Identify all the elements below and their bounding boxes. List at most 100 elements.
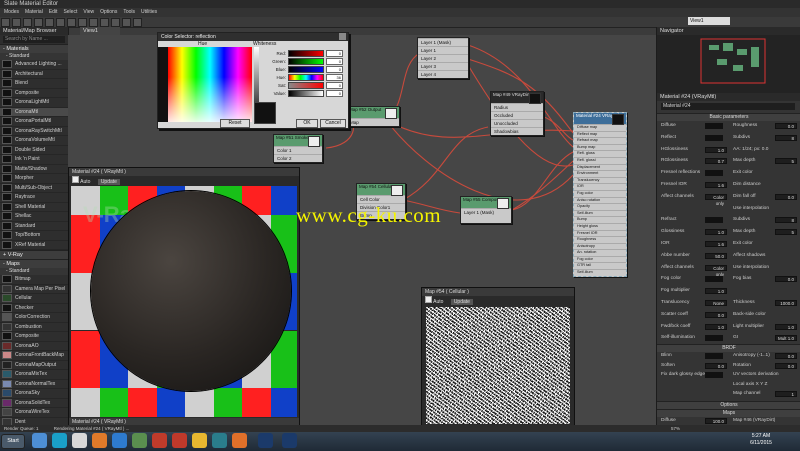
material-parameter-editor-icon[interactable] <box>122 18 131 27</box>
parameter-value-field[interactable]: 100.0 <box>705 418 727 424</box>
show-map-icon[interactable] <box>78 18 87 27</box>
parameter-value-field[interactable]: 1.6 <box>705 182 727 188</box>
sat-bar[interactable] <box>288 81 324 89</box>
parameter-value-field[interactable]: 1.0 <box>775 323 797 330</box>
menu-select[interactable]: Select <box>63 8 77 17</box>
subsection-standard-maps[interactable]: - Standard <box>0 268 68 275</box>
parameter-value-field[interactable]: 50.0 <box>705 252 727 259</box>
node-smoke[interactable]: Map #51 Smoke Color 1 Color 2 <box>273 134 323 163</box>
node-vraymtl-slot[interactable]: Refl. gloss <box>574 150 626 157</box>
browser-search-input[interactable]: Search by Name ... <box>3 36 65 43</box>
parameter-value-field[interactable]: 5 <box>775 158 797 165</box>
list-item[interactable]: Advanced Lighting ... <box>0 60 68 70</box>
subsection-standard[interactable]: - Standard <box>0 53 68 60</box>
menu-view[interactable]: View <box>83 8 94 17</box>
menu-tools[interactable]: Tools <box>123 8 135 17</box>
delete-icon[interactable] <box>45 18 54 27</box>
color-swatch[interactable] <box>705 170 723 177</box>
value-field[interactable]: 0 <box>326 65 343 73</box>
menu-modes[interactable]: Modes <box>4 8 19 17</box>
taskbar-autocad-icon[interactable] <box>172 433 187 448</box>
list-item[interactable]: Shellac <box>0 212 68 222</box>
list-item[interactable]: Composite <box>0 332 68 342</box>
parameter-value-field[interactable]: 0.0 <box>775 362 797 369</box>
node-vraymtl-slot[interactable]: Fog color <box>574 189 626 197</box>
node-mix-slot[interactable]: Layer 4 <box>418 70 468 78</box>
color-swatch[interactable] <box>705 276 723 283</box>
parameter-value-field[interactable]: 1.0 <box>705 323 727 330</box>
parameter-value-field[interactable]: 0.0 <box>775 276 797 283</box>
parameter-value-field[interactable]: 1.0 <box>705 288 727 295</box>
list-item[interactable]: Double Sided <box>0 145 68 155</box>
node-vraymtl[interactable]: Material #24 VRayMtl Diffuse map Reflect … <box>573 112 627 277</box>
list-item[interactable]: Camera Map Per Pixel <box>0 284 68 294</box>
blue-bar[interactable] <box>288 65 324 73</box>
node-vraydirt[interactable]: Map #49 VRayDirt Radius Occluded Unocclu… <box>490 91 544 136</box>
node-vraymtl-slot[interactable]: Self-illum <box>574 269 626 276</box>
list-item[interactable]: ColorCorrection <box>0 313 68 323</box>
list-item[interactable]: CoronaLightMtl <box>0 98 68 108</box>
navigator-view[interactable] <box>657 35 800 93</box>
put-material-icon[interactable] <box>23 18 32 27</box>
list-item[interactable]: CoronaVolumeMtl <box>0 136 68 146</box>
menu-material[interactable]: Material <box>25 8 43 17</box>
menu-edit[interactable]: Edit <box>49 8 58 17</box>
node-vraydirt-slot[interactable]: Shadowbias <box>491 127 543 135</box>
node-smoke-slot[interactable]: Color 1 <box>274 146 322 154</box>
node-vraymtl-slot[interactable]: Roughness <box>574 236 626 243</box>
parameter-value-field[interactable]: 0.0 <box>705 311 727 318</box>
list-item[interactable]: CoronaWireTex <box>0 408 68 418</box>
node-vraymtl-slot[interactable]: Environment <box>574 170 626 177</box>
node-vraymtl-slot[interactable]: Refract map <box>574 137 626 144</box>
slider-value[interactable]: Value: 0 <box>262 89 343 97</box>
list-item[interactable]: Ink 'n Paint <box>0 155 68 165</box>
taskbar-app-icon[interactable] <box>112 433 127 448</box>
node-vraymtl-slot[interactable]: Aniso rotation <box>574 196 626 204</box>
node-vraymtl-slot[interactable]: Displacement <box>574 163 626 171</box>
material-sphere[interactable] <box>91 191 291 391</box>
node-vraymtl-slot[interactable]: Bump map <box>574 143 626 151</box>
parameter-value-field[interactable]: 0.0 <box>775 193 797 200</box>
list-item[interactable]: Dent <box>0 417 68 425</box>
show-background-icon[interactable] <box>89 18 98 27</box>
cancel-button[interactable]: Cancel <box>320 119 346 128</box>
parameter-value-field[interactable]: 8 <box>775 134 797 141</box>
list-item[interactable]: Architectural <box>0 69 68 79</box>
node-vraymtl-slot[interactable]: An. rotation <box>574 249 626 256</box>
options-rollout[interactable]: Options <box>657 401 800 409</box>
node-composite-slot[interactable]: Layer 1 (Mask) <box>461 208 511 223</box>
node-vraymtl-slot[interactable]: Anisotropy <box>574 242 626 250</box>
value-field[interactable]: 0 <box>326 49 343 57</box>
taskbar-folder-icon[interactable] <box>72 433 87 448</box>
list-item[interactable]: Composite <box>0 88 68 98</box>
taskbar-clock[interactable]: 5:27 AM 6/11/2015 <box>746 433 776 447</box>
list-item[interactable]: CoronaPortalMtl <box>0 117 68 127</box>
taskbar-ie-icon[interactable] <box>52 433 67 448</box>
list-item[interactable]: Top/Bottom <box>0 231 68 241</box>
node-vraymtl-slot[interactable]: Height gloss <box>574 222 626 230</box>
node-mix-slot[interactable]: Layer 2 <box>418 54 468 62</box>
taskbar-chrome-icon[interactable] <box>192 433 207 448</box>
color-swatch[interactable] <box>705 217 723 224</box>
parameter-value-field[interactable]: 0.0 <box>775 353 797 359</box>
taskbar-explorer-icon[interactable] <box>32 433 47 448</box>
auto-checkbox[interactable] <box>72 176 79 183</box>
value-field[interactable]: 0 <box>326 57 343 65</box>
list-item[interactable]: Bitmap <box>0 275 68 285</box>
node-mix-slot[interactable]: Layer 1 <box>418 46 468 54</box>
parameter-value-field[interactable]: 0.0 <box>775 123 797 129</box>
list-item[interactable]: CoronaRaySwitchMtl <box>0 126 68 136</box>
move-children-icon[interactable] <box>56 18 65 27</box>
parameter-value-field[interactable]: 1.0 <box>705 229 727 236</box>
list-item[interactable]: Raytrace <box>0 193 68 203</box>
list-item[interactable]: CoronaSky <box>0 389 68 399</box>
taskbar-media-icon[interactable] <box>92 433 107 448</box>
value-field[interactable]: 36 <box>326 73 343 81</box>
node-cellular-slot[interactable]: Cell Color <box>357 195 405 203</box>
node-vraymtl-slot[interactable]: Opacity <box>574 203 626 210</box>
node-vraydirt-slot[interactable]: Radius <box>491 103 543 111</box>
start-button[interactable]: Start <box>1 434 25 449</box>
list-item[interactable]: CoronaMixTex <box>0 370 68 380</box>
node-smoke-slot[interactable]: Color 2 <box>274 154 322 162</box>
taskbar-3dsmax-icon[interactable] <box>212 433 227 448</box>
